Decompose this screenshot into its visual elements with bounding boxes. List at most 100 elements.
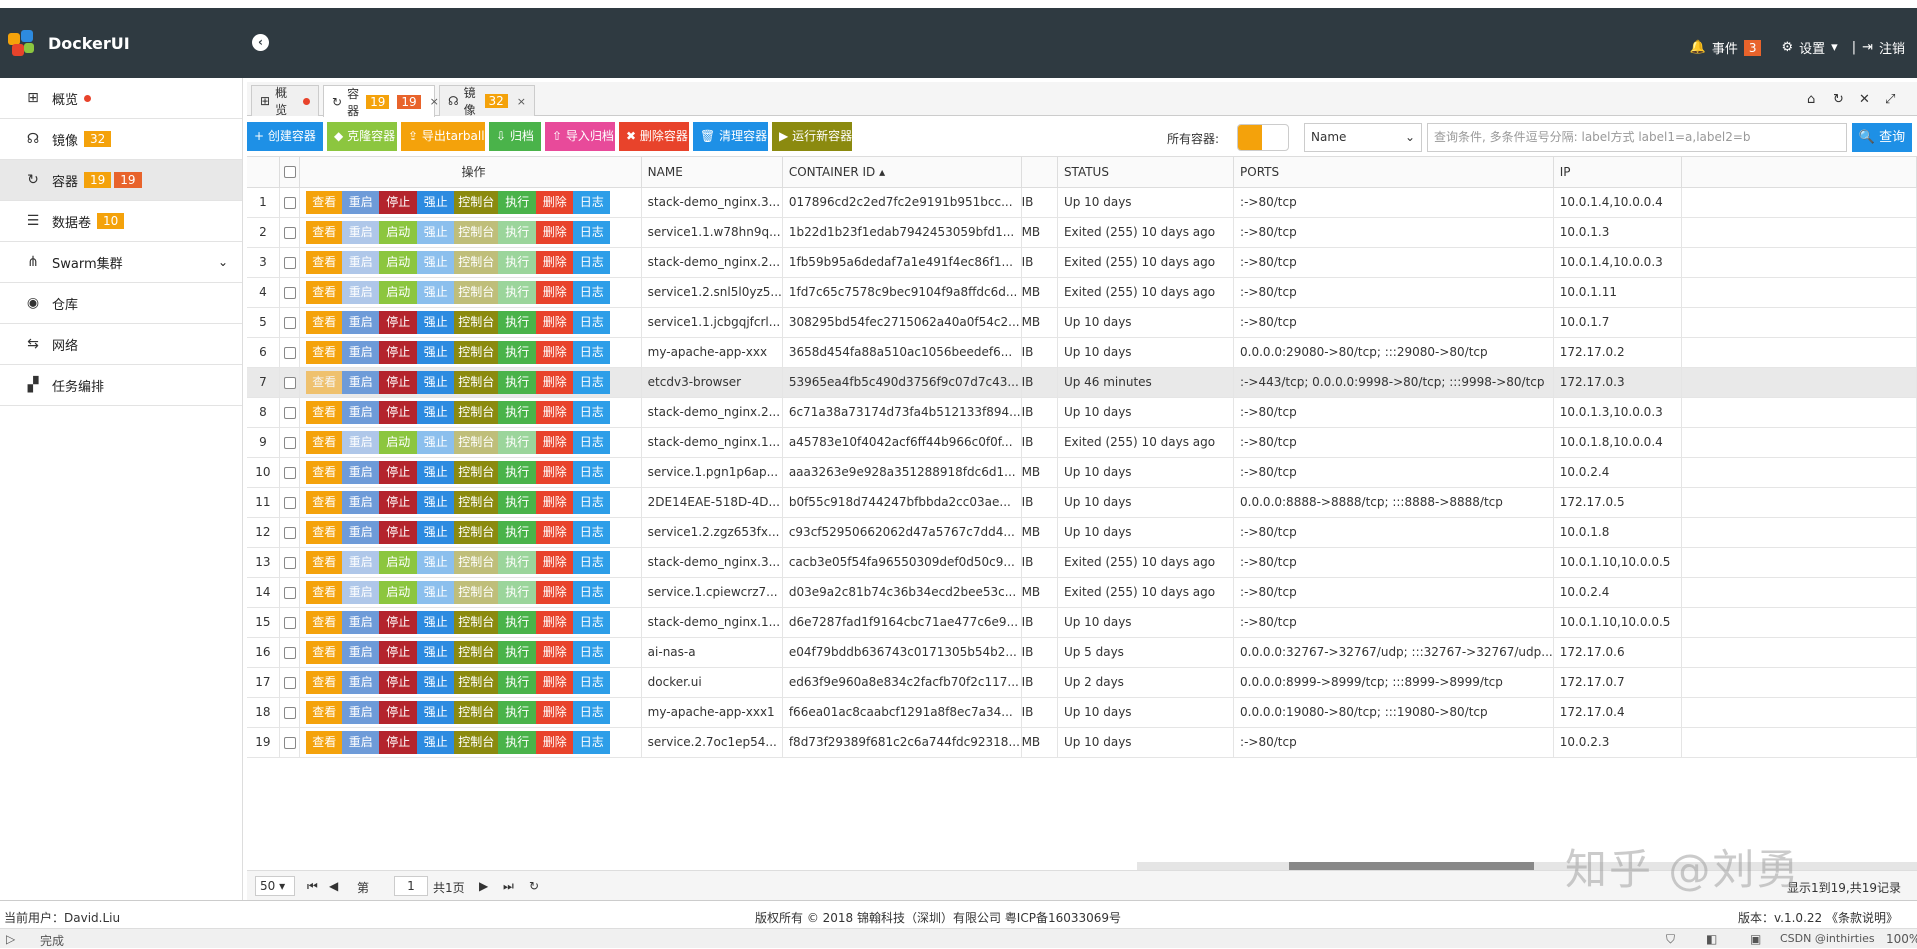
gear-icon[interactable]: ⚙ [1781, 40, 1793, 55]
view-button[interactable]: 查看 [306, 400, 343, 424]
exec-button[interactable]: 执行 [498, 370, 537, 394]
table-row[interactable]: 9 查看 重启 启动 强止 控制台 执行 删除 日志 stack-demo_nginx.1... a… [247, 427, 1917, 458]
console-button[interactable]: 控制台 [454, 280, 499, 304]
col-ports[interactable]: PORTS [1233, 157, 1554, 188]
delete-button[interactable]: 删除 [536, 520, 574, 544]
restart-button[interactable]: 重启 [342, 700, 380, 724]
last-page-icon[interactable]: ⏭ [503, 879, 514, 894]
log-button[interactable]: 日志 [573, 580, 611, 604]
row-checkbox[interactable] [283, 226, 296, 239]
restart-button[interactable]: 重启 [342, 460, 380, 484]
zoom-level[interactable]: 100% [1886, 932, 1917, 946]
row-checkbox[interactable] [283, 346, 296, 359]
table-row[interactable]: 6 查看 重启 停止 强止 控制台 执行 删除 日志 my-apache-app-xxx 3658d… [247, 337, 1917, 368]
stop-button[interactable]: 停止 [379, 730, 418, 754]
scroll-thumb[interactable] [1289, 862, 1534, 870]
exec-button[interactable]: 执行 [498, 700, 537, 724]
col-container-id[interactable]: CONTAINER ID ▴ [782, 157, 1022, 188]
table-row[interactable]: 19 查看 重启 停止 强止 控制台 执行 删除 日志 service.2.7oc1ep54...… [247, 727, 1917, 758]
table-row[interactable]: 17 查看 重启 停止 强止 控制台 执行 删除 日志 docker.ui ed63f9e960a8… [247, 667, 1917, 698]
console-button[interactable]: 控制台 [454, 730, 499, 754]
log-button[interactable]: 日志 [573, 250, 611, 274]
console-button[interactable]: 控制台 [454, 520, 499, 544]
logout-icon[interactable]: ⇥ [1862, 40, 1873, 55]
row-checkbox[interactable] [283, 376, 296, 389]
console-button[interactable]: 控制台 [454, 310, 499, 334]
table-row[interactable]: 13 查看 重启 启动 强止 控制台 执行 删除 日志 stack-demo_nginx.3...… [247, 547, 1917, 578]
view-button[interactable]: 查看 [306, 580, 343, 604]
delete-button[interactable]: 删除 [536, 370, 574, 394]
refresh-icon[interactable]: ↻ [529, 879, 539, 893]
run-container-button[interactable]: ▶ 运行新容器 [772, 122, 852, 151]
row-select[interactable] [279, 187, 301, 218]
table-row[interactable]: 1 查看 重启 停止 强止 控制台 执行 删除 日志 stack-demo_nginx.3... 0… [247, 187, 1917, 218]
table-row[interactable]: 2 查看 重启 启动 强止 控制台 执行 删除 日志 service1.1.w78hn9q... 1… [247, 217, 1917, 248]
table-row[interactable]: 7 查看 重启 停止 强止 控制台 执行 删除 日志 etcdv3-browser 53965ea4… [247, 367, 1917, 398]
restart-button[interactable]: 重启 [342, 280, 380, 304]
restart-button[interactable]: 重启 [342, 520, 380, 544]
view-button[interactable]: 查看 [306, 700, 343, 724]
close-all-icon[interactable]: ✕ [1859, 92, 1870, 107]
exec-button[interactable]: 执行 [498, 490, 537, 514]
view-button[interactable]: 查看 [306, 640, 343, 664]
search-field-select[interactable]: Name ⌄ [1304, 123, 1422, 152]
restart-button[interactable]: 重启 [342, 370, 380, 394]
log-button[interactable]: 日志 [573, 400, 611, 424]
console-button[interactable]: 控制台 [454, 490, 499, 514]
start-button[interactable]: 启动 [379, 220, 418, 244]
log-button[interactable]: 日志 [573, 730, 611, 754]
col-name[interactable]: NAME [641, 157, 783, 188]
view-button[interactable]: 查看 [306, 550, 343, 574]
exec-button[interactable]: 执行 [498, 640, 537, 664]
console-button[interactable]: 控制台 [454, 250, 499, 274]
log-button[interactable]: 日志 [573, 370, 611, 394]
first-page-icon[interactable]: ⏮ [307, 879, 318, 894]
restart-button[interactable]: 重启 [342, 190, 380, 214]
sidebar-item[interactable]: ☊ 镜像 32 [0, 119, 242, 160]
all-containers-toggle[interactable] [1237, 124, 1289, 151]
row-select[interactable] [279, 547, 301, 578]
exec-button[interactable]: 执行 [498, 670, 537, 694]
stop-button[interactable]: 停止 [379, 370, 418, 394]
log-button[interactable]: 日志 [573, 460, 611, 484]
reload-icon[interactable]: ↻ [1833, 92, 1844, 107]
events-link[interactable]: 事件 [1712, 38, 1738, 57]
exec-button[interactable]: 执行 [498, 730, 537, 754]
select-all-checkbox[interactable] [283, 166, 296, 179]
delete-button[interactable]: 删除 [536, 280, 574, 304]
delete-button[interactable]: 删除 [536, 490, 574, 514]
log-button[interactable]: 日志 [573, 490, 611, 514]
kill-button[interactable]: 强止 [417, 280, 455, 304]
table-row[interactable]: 12 查看 重启 停止 强止 控制台 执行 删除 日志 service1.2.zgz653fx..… [247, 517, 1917, 548]
row-select[interactable] [279, 337, 301, 368]
restart-button[interactable]: 重启 [342, 610, 380, 634]
kill-button[interactable]: 强止 [417, 610, 455, 634]
kill-button[interactable]: 强止 [417, 640, 455, 664]
export-tarball-button[interactable]: ⇪ 导出tarball [401, 122, 485, 151]
table-row[interactable]: 15 查看 重启 停止 强止 控制台 执行 删除 日志 stack-demo_nginx.1...… [247, 607, 1917, 638]
restart-button[interactable]: 重启 [342, 220, 380, 244]
row-checkbox[interactable] [283, 676, 296, 689]
clone-container-button[interactable]: ◆ 克隆容器 [327, 122, 397, 151]
exec-button[interactable]: 执行 [498, 340, 537, 364]
stop-button[interactable]: 停止 [379, 340, 418, 364]
log-button[interactable]: 日志 [573, 670, 611, 694]
page-input[interactable]: 1 [394, 876, 428, 896]
chevron-down-icon[interactable]: ⌄ [218, 255, 228, 269]
console-button[interactable]: 控制台 [454, 550, 499, 574]
restart-button[interactable]: 重启 [342, 670, 380, 694]
kill-button[interactable]: 强止 [417, 520, 455, 544]
exec-button[interactable]: 执行 [498, 280, 537, 304]
table-row[interactable]: 11 查看 重启 停止 强止 控制台 执行 删除 日志 2DE14EAE-518D-4D... b0… [247, 487, 1917, 518]
sidebar-item[interactable]: ◉ 仓库 [0, 283, 242, 324]
start-button[interactable]: 启动 [379, 580, 418, 604]
exec-button[interactable]: 执行 [498, 580, 537, 604]
console-button[interactable]: 控制台 [454, 580, 499, 604]
table-row[interactable]: 16 查看 重启 停止 强止 控制台 执行 删除 日志 ai-nas-a e04f79bddb636… [247, 637, 1917, 668]
exec-button[interactable]: 执行 [498, 220, 537, 244]
delete-button[interactable]: 删除 [536, 610, 574, 634]
kill-button[interactable]: 强止 [417, 670, 455, 694]
exec-button[interactable]: 执行 [498, 460, 537, 484]
exec-button[interactable]: 执行 [498, 400, 537, 424]
view-button[interactable]: 查看 [306, 250, 343, 274]
